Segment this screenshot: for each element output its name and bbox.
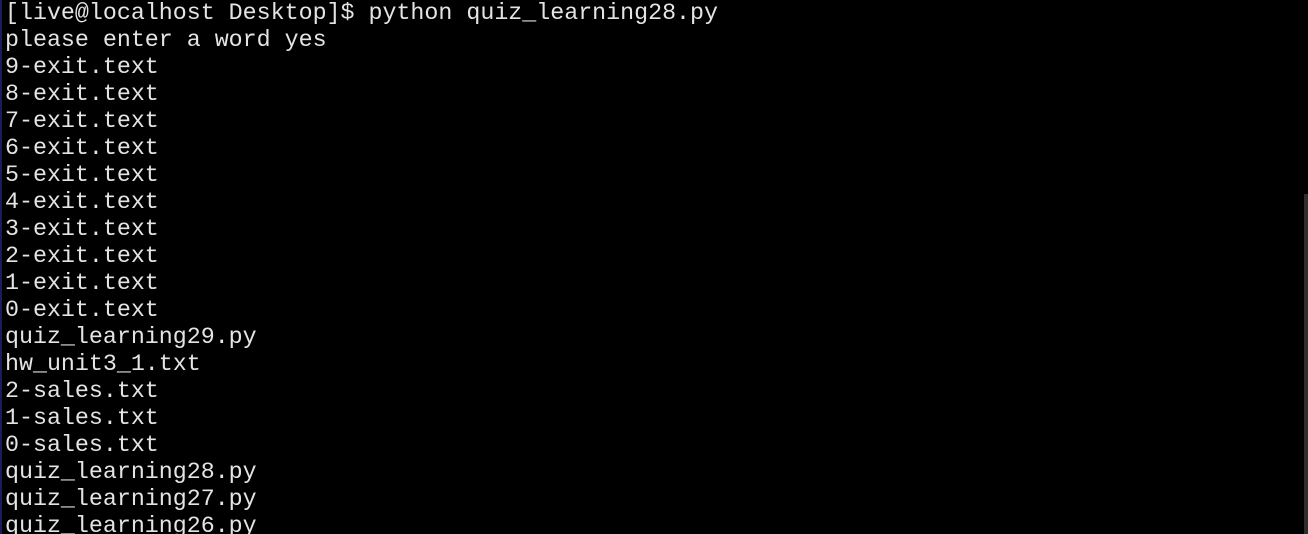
window-left-border [0, 0, 2, 534]
output-line: 5-exit.text [5, 162, 159, 188]
output-line: quiz_learning26.py [5, 513, 257, 534]
output-line: 4-exit.text [5, 189, 159, 215]
terminal-window[interactable]: [live@localhost Desktop]$ python quiz_le… [0, 0, 1308, 534]
terminal-output: [live@localhost Desktop]$ python quiz_le… [5, 0, 718, 534]
output-line: quiz_learning27.py [5, 486, 257, 512]
output-line: 8-exit.text [5, 81, 159, 107]
output-line: quiz_learning29.py [5, 324, 257, 350]
output-line: 1-exit.text [5, 270, 159, 296]
scrollbar-thumb[interactable] [1304, 194, 1308, 534]
output-line: hw_unit3_1.txt [5, 351, 201, 377]
output-line: 0-sales.txt [5, 432, 159, 458]
output-line: 1-sales.txt [5, 405, 159, 431]
output-line: 0-exit.text [5, 297, 159, 323]
output-line: 6-exit.text [5, 135, 159, 161]
output-line: 3-exit.text [5, 216, 159, 242]
output-line: 2-exit.text [5, 243, 159, 269]
output-line: quiz_learning28.py [5, 459, 257, 485]
vertical-scrollbar[interactable] [1304, 0, 1308, 534]
output-line: 2-sales.txt [5, 378, 159, 404]
output-line: please enter a word yes [5, 27, 327, 53]
output-line: 9-exit.text [5, 54, 159, 80]
output-line: 7-exit.text [5, 108, 159, 134]
prompt-line: [live@localhost Desktop]$ python quiz_le… [5, 0, 719, 26]
